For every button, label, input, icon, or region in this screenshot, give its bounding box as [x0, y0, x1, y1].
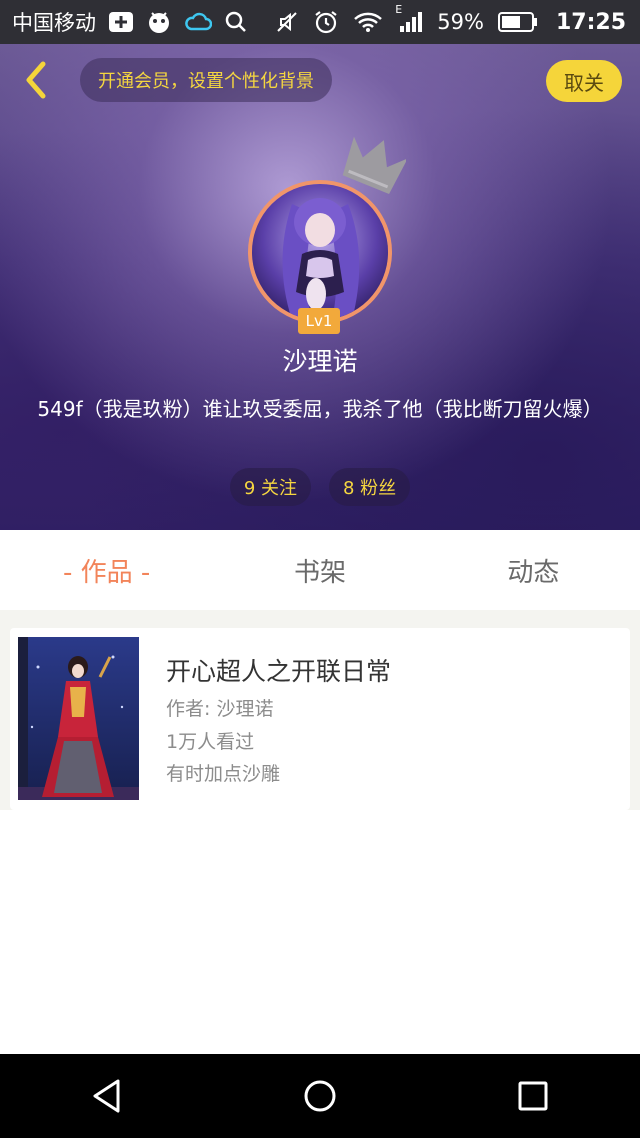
- list-item[interactable]: 开心超人之开联日常 作者: 沙理诺 1万人看过 有时加点沙雕: [10, 628, 630, 810]
- chevron-left-icon: [26, 61, 46, 99]
- work-description: 有时加点沙雕: [166, 763, 281, 785]
- following-count-button[interactable]: 9 关注: [229, 468, 311, 506]
- profile-header: 开通会员，设置个性化背景 取关 Lv1 沙理诺 549f（我是玖粉）谁让玖受委屈…: [0, 44, 640, 530]
- back-button[interactable]: [14, 58, 58, 102]
- add-notification-icon: [108, 11, 134, 33]
- unfollow-button[interactable]: 取关: [546, 60, 622, 102]
- tab-activity[interactable]: 动态: [427, 530, 640, 610]
- profile-stats: 9 关注 8 粉丝: [0, 468, 640, 506]
- battery-icon: [497, 11, 538, 33]
- wifi-icon: [353, 11, 383, 33]
- vip-background-banner[interactable]: 开通会员，设置个性化背景: [80, 58, 332, 102]
- tab-works[interactable]: - 作品 -: [0, 530, 213, 610]
- empty-area: [0, 810, 640, 1054]
- alarm-icon: [313, 9, 339, 35]
- nav-recents-button[interactable]: [493, 1061, 573, 1131]
- cell-signal-icon: E: [395, 3, 423, 33]
- work-cover-image: [18, 637, 139, 800]
- game-notification-icon: [146, 9, 172, 35]
- square-recents-icon: [518, 1081, 548, 1111]
- username: 沙理诺: [282, 347, 358, 376]
- screen: 中国移动 E 59% 17:25 开通会员，设置个性化背景 取关 Lv1 沙理诺…: [0, 0, 640, 1138]
- works-list: 开心超人之开联日常 作者: 沙理诺 1万人看过 有时加点沙雕: [0, 620, 640, 810]
- triangle-back-icon: [93, 1079, 120, 1113]
- nav-back-button[interactable]: [67, 1061, 147, 1131]
- mute-icon: [275, 10, 299, 34]
- status-bar: 中国移动 E 59% 17:25: [0, 0, 640, 44]
- nav-home-button[interactable]: [280, 1061, 360, 1131]
- crown-icon: [340, 132, 408, 206]
- work-author: 作者: 沙理诺: [166, 698, 274, 720]
- system-navigation-bar: [0, 1054, 640, 1138]
- profile-tabs: - 作品 - 书架 动态: [0, 530, 640, 620]
- battery-percent: 59%: [437, 10, 484, 34]
- avatar-container: [248, 136, 408, 324]
- profile-bio: 549f（我是玖粉）谁让玖受委屈，我杀了他（我比断刀留火爆）: [37, 397, 603, 421]
- carrier-label: 中国移动: [12, 11, 96, 35]
- followers-count-button[interactable]: 8 粉丝: [329, 468, 411, 506]
- work-title: 开心超人之开联日常: [166, 657, 392, 686]
- level-badge: Lv1: [298, 308, 340, 334]
- search-icon: [224, 10, 248, 34]
- circle-home-icon: [304, 1080, 336, 1112]
- work-views: 1万人看过: [166, 731, 255, 753]
- network-type: E: [395, 3, 403, 16]
- weather-cloud-icon: [184, 11, 212, 33]
- clock: 17:25: [555, 9, 626, 35]
- tab-bookshelf[interactable]: 书架: [213, 530, 426, 610]
